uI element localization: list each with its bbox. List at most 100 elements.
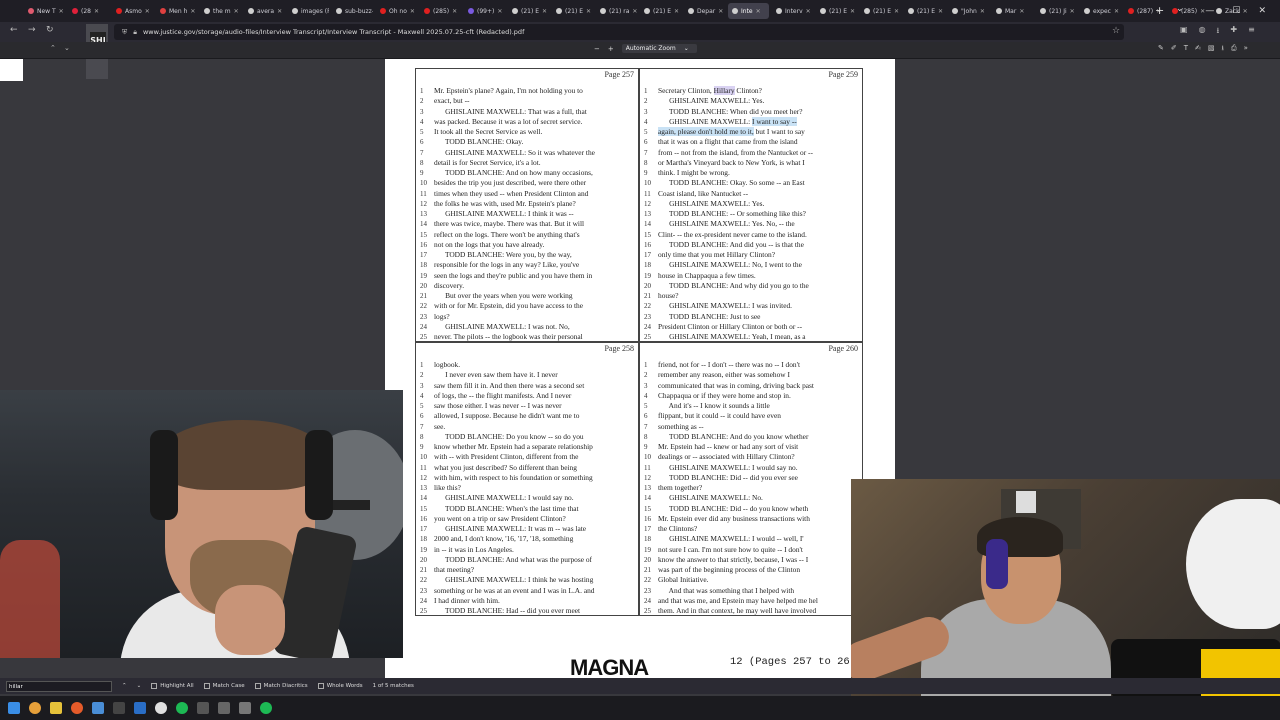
- match-diacritics-checkbox[interactable]: Match Diacritics: [254, 683, 308, 689]
- firefox-icon[interactable]: [71, 702, 83, 714]
- find-input[interactable]: hillar: [6, 680, 112, 692]
- app-icon[interactable]: [197, 702, 209, 714]
- reload-icon[interactable]: ↻: [46, 25, 54, 35]
- extension-icon[interactable]: ▣: [1180, 25, 1188, 39]
- download-icon[interactable]: ⭳: [1217, 25, 1220, 39]
- browser-tab[interactable]: New T ✕: [24, 3, 65, 19]
- browser-tab[interactable]: avera ✕: [244, 3, 285, 19]
- browser-tab[interactable]: Interv ✕: [772, 3, 813, 19]
- tab-close-icon[interactable]: ✕: [452, 8, 457, 15]
- image-icon[interactable]: ▧: [1208, 44, 1215, 55]
- tab-close-icon[interactable]: ✕: [806, 8, 811, 15]
- tab-close-icon[interactable]: ✕: [980, 8, 985, 15]
- browser-tab[interactable]: Inte ✕: [728, 3, 769, 19]
- print-icon[interactable]: ⎙: [1231, 44, 1237, 55]
- browser-tab[interactable]: the m ✕: [200, 3, 241, 19]
- browser-tab[interactable]: (285) ✕: [420, 3, 461, 19]
- close-icon[interactable]: ✕: [1258, 6, 1266, 16]
- zoom-out-button[interactable]: −: [594, 45, 600, 53]
- browser-tab[interactable]: (21) E ✕: [640, 3, 681, 19]
- draw-icon[interactable]: ✐: [1171, 44, 1177, 55]
- browser-tab[interactable]: (21) E ✕: [552, 3, 593, 19]
- tab-close-icon[interactable]: ✕: [497, 8, 502, 15]
- browser-tab[interactable]: "John ✕: [948, 3, 989, 19]
- browser-tab[interactable]: (28 ✕: [68, 3, 109, 19]
- highlight-icon[interactable]: ✎: [1158, 44, 1164, 55]
- next-match-icon[interactable]: ⌄: [137, 683, 142, 689]
- app-icon[interactable]: [218, 702, 230, 714]
- tab-close-icon[interactable]: ✕: [145, 8, 150, 15]
- new-tab-button[interactable]: +: [1155, 4, 1164, 17]
- favicon-icon: [380, 8, 386, 14]
- tab-close-icon[interactable]: ✕: [674, 8, 679, 15]
- minimize-icon[interactable]: —: [1205, 6, 1214, 16]
- text-icon[interactable]: T: [1184, 44, 1188, 55]
- zoom-in-button[interactable]: +: [608, 45, 614, 53]
- tab-close-icon[interactable]: ✕: [410, 8, 415, 15]
- chrome-icon[interactable]: [155, 702, 167, 714]
- browser-tab[interactable]: (21) Ji ✕: [1036, 3, 1077, 19]
- app-icon[interactable]: [29, 702, 41, 714]
- back-icon[interactable]: ←: [10, 25, 18, 35]
- line-number: 7: [420, 422, 424, 431]
- browser-tab[interactable]: Asmo ✕: [112, 3, 153, 19]
- spotify-icon[interactable]: [176, 702, 188, 714]
- maximize-icon[interactable]: ☐: [1232, 6, 1240, 16]
- app-icon[interactable]: [92, 702, 104, 714]
- tab-close-icon[interactable]: ✕: [1070, 8, 1075, 15]
- browser-tab[interactable]: (21) E ✕: [904, 3, 945, 19]
- tab-close-icon[interactable]: ✕: [632, 8, 637, 15]
- app-icon[interactable]: [134, 702, 146, 714]
- bookmark-star-icon[interactable]: ☆: [1112, 26, 1120, 36]
- browser-tab[interactable]: sub-buzz-✕: [332, 3, 373, 19]
- signature-icon[interactable]: ✍: [1195, 44, 1201, 55]
- browser-tab[interactable]: (285) ✕: [1168, 3, 1209, 19]
- tab-close-icon[interactable]: ✕: [894, 8, 899, 15]
- app-icon[interactable]: [239, 702, 251, 714]
- menu-icon[interactable]: ≡: [1248, 25, 1255, 39]
- extensions-puzzle-icon[interactable]: ✚: [1230, 25, 1237, 39]
- tab-close-icon[interactable]: ✕: [542, 8, 547, 15]
- file-explorer-icon[interactable]: [50, 702, 62, 714]
- browser-tab[interactable]: (21) ra ✕: [596, 3, 637, 19]
- browser-tab[interactable]: images (F✕: [288, 3, 329, 19]
- browser-tab[interactable]: (99+) ✕: [464, 3, 505, 19]
- previous-match-icon[interactable]: ⌃: [122, 683, 127, 689]
- more-icon[interactable]: »: [1244, 44, 1248, 55]
- browser-tab[interactable]: (21) E ✕: [508, 3, 549, 19]
- highlight-all-checkbox[interactable]: Highlight All: [151, 683, 194, 689]
- url-bar[interactable]: ⛨ 🔒︎ www.justice.gov/storage/audio-files…: [114, 24, 1124, 40]
- tab-close-icon[interactable]: ✕: [234, 8, 239, 15]
- save-icon[interactable]: ⭳: [1222, 44, 1224, 55]
- browser-tab[interactable]: (21) E ✕: [816, 3, 857, 19]
- tab-close-icon[interactable]: ✕: [938, 8, 943, 15]
- tab-list-button[interactable]: ⌄: [1176, 4, 1184, 14]
- tab-close-icon[interactable]: ✕: [718, 8, 723, 15]
- sidebar-toggle-icon[interactable]: ⌃: [50, 44, 56, 52]
- tab-close-icon[interactable]: ✕: [94, 8, 99, 15]
- browser-tab[interactable]: Mar ✕: [992, 3, 1033, 19]
- app-icon[interactable]: [260, 702, 272, 714]
- browser-tab[interactable]: expec ✕: [1080, 3, 1121, 19]
- tab-close-icon[interactable]: ✕: [850, 8, 855, 15]
- tab-close-icon[interactable]: ✕: [586, 8, 591, 15]
- tab-close-icon[interactable]: ✕: [277, 8, 282, 15]
- match-case-checkbox[interactable]: Match Case: [203, 683, 245, 689]
- tab-label: sub-buzz-: [345, 7, 373, 15]
- windows-start-icon[interactable]: [8, 702, 20, 714]
- page-down-icon[interactable]: ⌄: [64, 44, 70, 52]
- forward-icon[interactable]: →: [28, 25, 36, 35]
- tab-close-icon[interactable]: ✕: [59, 8, 64, 15]
- browser-tab[interactable]: Men h ✕: [156, 3, 197, 19]
- tab-close-icon[interactable]: ✕: [190, 8, 195, 15]
- whole-words-checkbox[interactable]: Whole Words: [317, 683, 363, 689]
- account-icon[interactable]: ◍: [1199, 25, 1206, 39]
- browser-tab[interactable]: (21) E ✕: [860, 3, 901, 19]
- tab-close-icon[interactable]: ✕: [1114, 8, 1119, 15]
- zoom-select[interactable]: Automatic Zoom ⌄: [621, 44, 697, 53]
- browser-tab[interactable]: Depar ✕: [684, 3, 725, 19]
- tab-close-icon[interactable]: ✕: [1019, 8, 1024, 15]
- browser-tab[interactable]: Oh no ✕: [376, 3, 417, 19]
- app-icon[interactable]: [113, 702, 125, 714]
- tab-close-icon[interactable]: ✕: [756, 8, 761, 15]
